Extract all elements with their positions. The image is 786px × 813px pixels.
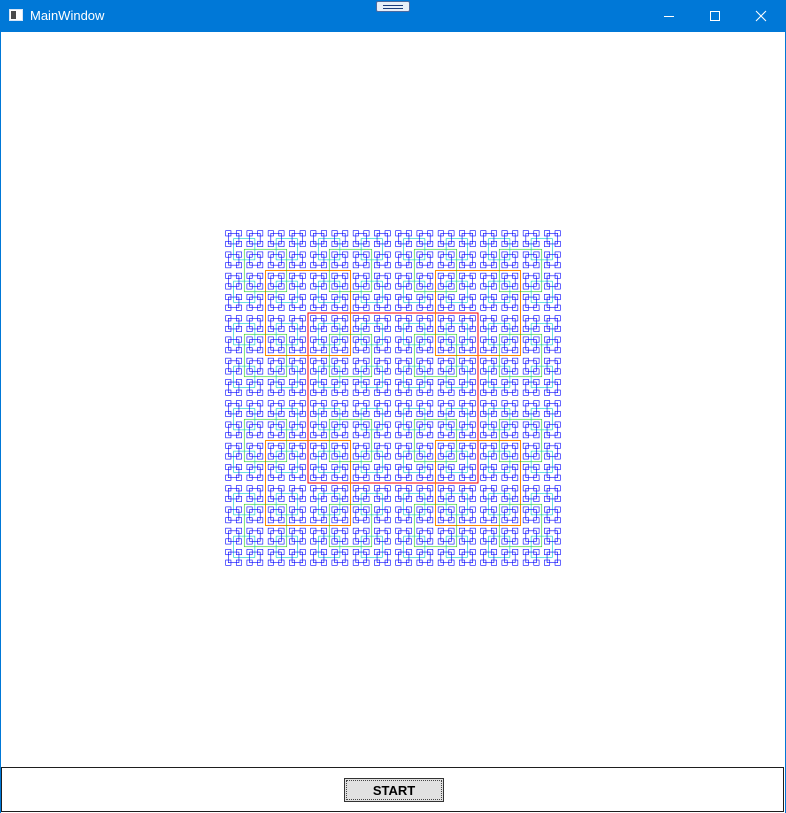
maximize-icon — [710, 11, 720, 21]
title-bar[interactable]: MainWindow — [0, 0, 786, 32]
app-icon — [9, 9, 23, 21]
maximize-button[interactable] — [692, 0, 738, 32]
drag-grip-icon[interactable] — [376, 1, 410, 12]
close-button[interactable] — [738, 0, 784, 32]
window-title: MainWindow — [30, 8, 105, 23]
start-button[interactable]: START — [344, 778, 444, 802]
minimize-icon — [664, 16, 674, 17]
bottom-panel: START — [1, 767, 784, 812]
minimize-button[interactable] — [646, 0, 692, 32]
fractal-canvas — [225, 230, 561, 566]
close-icon — [755, 10, 767, 22]
client-area — [0, 32, 786, 813]
